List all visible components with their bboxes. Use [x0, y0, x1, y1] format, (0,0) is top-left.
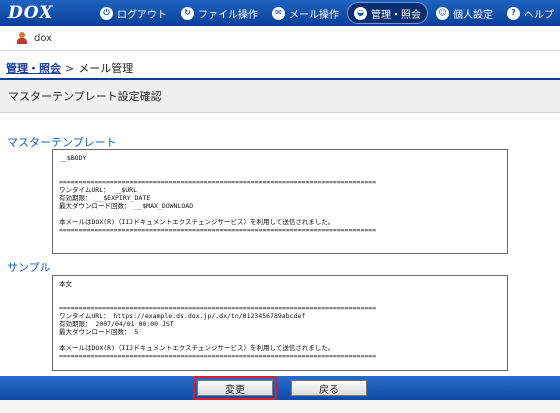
nav-item-label: ヘルプ — [524, 9, 554, 21]
nav-item-admin[interactable]: ◒ 管理・照会 — [347, 2, 428, 24]
logout-icon: ⏻ — [100, 6, 113, 20]
action-bar: 変更 戻る — [0, 376, 560, 400]
nav-item-label: メール操作 — [289, 9, 339, 21]
nav-item-person[interactable]: ☺ 個人設定 — [430, 2, 499, 24]
nav-item-label: 管理・照会 — [371, 9, 421, 21]
nav-menu: ⏻ ログアウト ↻ ファイル操作 ✉ メール操作 ◒ 管理・照会 ☺ 個人設定? ヘルプ — [94, 2, 560, 24]
nav-item-help[interactable]: ? ヘルプ — [501, 2, 560, 24]
change-button[interactable]: 変更 — [197, 380, 273, 396]
breadcrumb: 管理・照会 > メール管理 — [6, 60, 133, 76]
breadcrumb-separator: > — [65, 61, 75, 75]
nav-item-label: ログアウト — [117, 9, 167, 21]
master-template-textbox[interactable]: __$BODY ================================… — [52, 149, 508, 254]
dox-logo: DOX — [8, 3, 54, 23]
breadcrumb-current: メール管理 — [78, 62, 134, 75]
nav-item-mail[interactable]: ✉ メール操作 — [266, 2, 345, 24]
user-icon — [16, 32, 28, 44]
help-icon: ? — [507, 6, 520, 20]
sample-textbox[interactable]: 本文 =====================================… — [52, 275, 508, 371]
breadcrumb-link-admin[interactable]: 管理・照会 — [6, 60, 61, 76]
person-icon: ☺ — [436, 6, 449, 20]
nav-item-logout[interactable]: ⏻ ログアウト — [94, 2, 173, 24]
username: dox — [34, 32, 53, 44]
nav-item-label: 個人設定 — [453, 9, 493, 21]
footer-area — [0, 400, 560, 413]
back-button[interactable]: 戻る — [291, 380, 367, 396]
file-ops-icon: ↻ — [181, 6, 194, 20]
page-title: マスターテンプレート設定確認 — [0, 80, 560, 113]
master-template-label: マスターテンプレート — [7, 136, 117, 149]
admin-icon: ◒ — [354, 6, 367, 20]
user-row: dox — [0, 26, 560, 51]
sample-label: サンプル — [7, 261, 51, 274]
mail-icon: ✉ — [272, 6, 285, 20]
nav-item-file-ops[interactable]: ↻ ファイル操作 — [175, 2, 264, 24]
top-nav-bar: DOX ⏻ ログアウト ↻ ファイル操作 ✉ メール操作 ◒ 管理・照会 ☺ 個人設定? ヘルプ — [0, 0, 560, 26]
change-button-highlight: 変更 — [193, 376, 277, 400]
nav-item-label: ファイル操作 — [198, 9, 258, 21]
